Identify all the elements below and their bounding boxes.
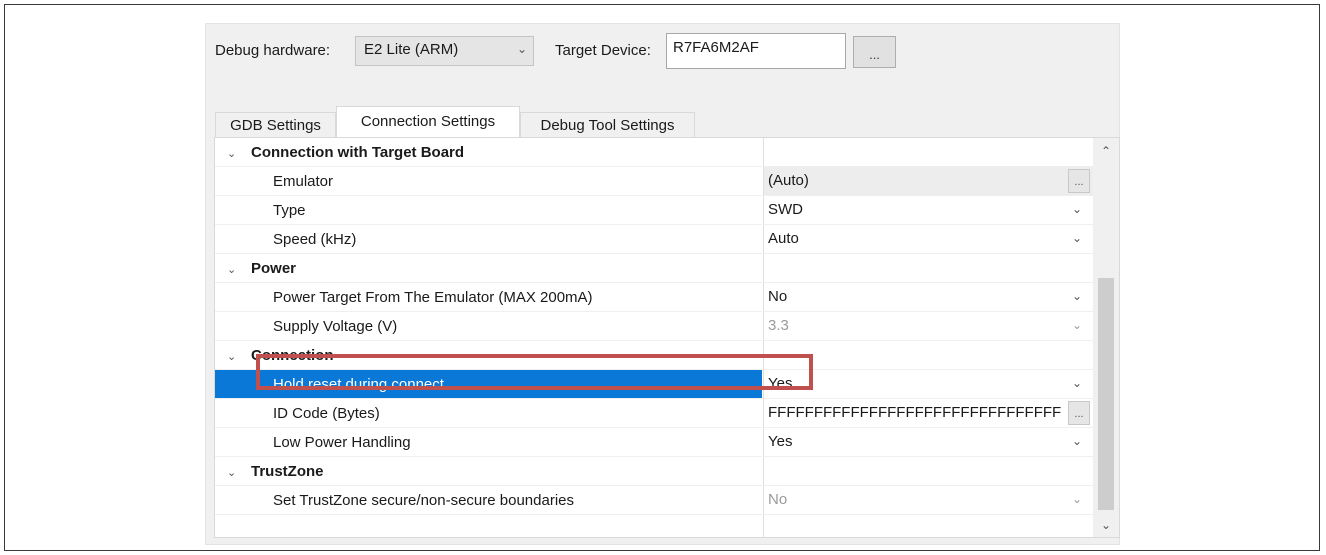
property-value: Yes — [768, 433, 793, 450]
property-name: Low Power Handling — [273, 434, 411, 451]
property-name: Set TrustZone secure/non-secure boundari… — [273, 492, 575, 509]
collapse-chevron-icon[interactable]: ⌄ — [227, 256, 243, 285]
scroll-down-icon[interactable]: ⌄ — [1093, 518, 1119, 532]
screenshot-frame: Debug hardware: E2 Lite (ARM) ⌄ Target D… — [4, 4, 1320, 551]
chevron-down-icon[interactable]: ⌄ — [1067, 227, 1087, 249]
tab-gdb-settings[interactable]: GDB Settings — [215, 112, 336, 138]
vertical-scrollbar[interactable]: ⌃ ⌄ — [1093, 138, 1119, 537]
chevron-down-icon: ⌄ — [516, 42, 527, 56]
tab-debug-tool-settings[interactable]: Debug Tool Settings — [520, 112, 695, 138]
group-label: Power — [251, 260, 297, 277]
chevron-down-icon[interactable]: ⌄ — [1067, 372, 1087, 394]
target-device-input[interactable]: R7FA6M2AF — [666, 33, 846, 69]
group-power[interactable]: ⌄ Power — [215, 254, 1093, 283]
property-value: FFFFFFFFFFFFFFFFFFFFFFFFFFFFFFFF — [768, 404, 1062, 421]
property-value: (Auto) — [768, 172, 809, 189]
property-name: Supply Voltage (V) — [273, 318, 398, 335]
property-row-id-code[interactable]: ID Code (Bytes) FFFFFFFFFFFFFFFFFFFFFFFF… — [215, 399, 1093, 428]
property-row-type[interactable]: Type SWD ⌄ — [215, 196, 1093, 225]
ellipsis-button[interactable]: ... — [1068, 169, 1090, 193]
property-grid: ⌄ Connection with Target Board Emulator (… — [214, 137, 1120, 538]
property-name: ID Code (Bytes) — [273, 405, 380, 422]
group-label: TrustZone — [251, 463, 324, 480]
target-device-value: R7FA6M2AF — [673, 39, 759, 56]
collapse-chevron-icon[interactable]: ⌄ — [227, 140, 243, 169]
debug-hardware-label: Debug hardware: — [215, 42, 331, 59]
chevron-down-icon[interactable]: ⌄ — [1067, 285, 1087, 307]
group-trustzone[interactable]: ⌄ TrustZone — [215, 457, 1093, 486]
property-value: No — [768, 288, 788, 305]
scroll-up-icon[interactable]: ⌃ — [1093, 144, 1119, 158]
collapse-chevron-icon[interactable]: ⌄ — [227, 459, 243, 488]
property-name: Power Target From The Emulator (MAX 200m… — [273, 289, 593, 306]
collapse-chevron-icon[interactable]: ⌄ — [227, 343, 243, 372]
property-row-emulator[interactable]: Emulator (Auto)... — [215, 167, 1093, 196]
chevron-down-icon: ⌄ — [1071, 492, 1083, 506]
group-connection-with-target-board[interactable]: ⌄ Connection with Target Board — [215, 138, 1093, 167]
property-row-trustzone-boundaries[interactable]: Set TrustZone secure/non-secure boundari… — [215, 486, 1093, 515]
ellipsis-button[interactable]: ... — [1068, 401, 1090, 425]
property-row-low-power-handling[interactable]: Low Power Handling Yes ⌄ — [215, 428, 1093, 457]
browse-target-device-button[interactable]: ... — [853, 36, 896, 68]
group-label: Connection with Target Board — [251, 144, 465, 161]
empty-row — [215, 515, 1093, 537]
property-name: Type — [273, 202, 306, 219]
property-value: 3.3 — [768, 317, 789, 334]
property-value: Auto — [768, 230, 799, 247]
chevron-down-icon[interactable]: ⌄ — [1067, 198, 1087, 220]
property-value: No — [768, 491, 788, 508]
property-name: Speed (kHz) — [273, 231, 357, 248]
property-name: Emulator — [273, 173, 334, 190]
debug-hardware-select[interactable]: E2 Lite (ARM) ⌄ — [355, 36, 534, 66]
property-row-supply-voltage[interactable]: Supply Voltage (V) 3.3 ⌄ — [215, 312, 1093, 341]
debug-configuration-panel: Debug hardware: E2 Lite (ARM) ⌄ Target D… — [205, 23, 1120, 545]
chevron-down-icon[interactable]: ⌄ — [1067, 430, 1087, 452]
property-row-power-target[interactable]: Power Target From The Emulator (MAX 200m… — [215, 283, 1093, 312]
debug-hardware-value: E2 Lite (ARM) — [364, 41, 459, 58]
chevron-down-icon: ⌄ — [1071, 318, 1083, 332]
property-value: SWD — [768, 201, 803, 218]
scrollbar-thumb[interactable] — [1098, 278, 1114, 510]
property-row-speed[interactable]: Speed (kHz) Auto ⌄ — [215, 225, 1093, 254]
target-device-label: Target Device: — [555, 42, 651, 59]
annotation-highlight-box — [256, 354, 813, 390]
tab-connection-settings[interactable]: Connection Settings — [336, 106, 520, 138]
